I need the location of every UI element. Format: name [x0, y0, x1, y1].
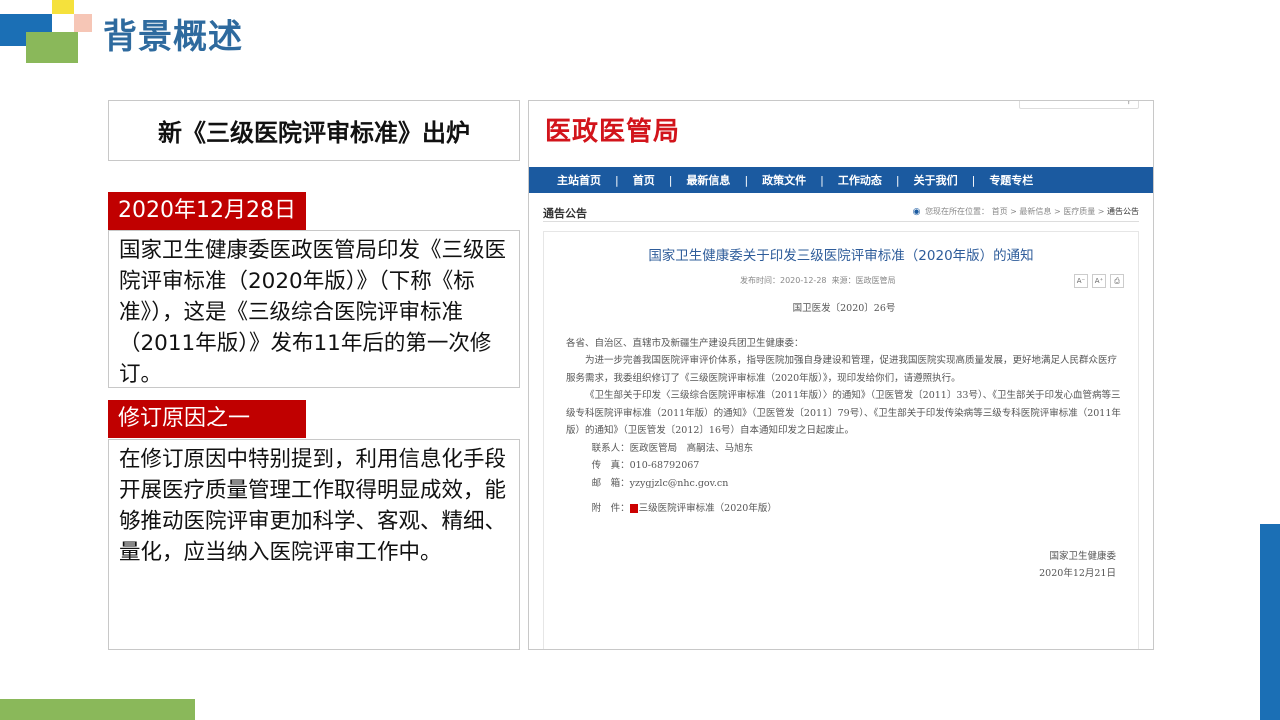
pdf-icon	[629, 504, 638, 513]
nav-item-policy[interactable]: 政策文件	[762, 172, 806, 188]
breadcrumb: ◉ 您现在所在位置： 首页 > 最新信息 > 医疗质量 > 通告公告	[913, 206, 1139, 217]
nav-item-about[interactable]: 关于我们	[914, 172, 958, 188]
headline-box: 新《三级医院评审标准》出炉	[108, 100, 520, 161]
breadcrumb-separator: >	[1097, 207, 1105, 216]
contact-person: 联系人：医政医管局 高嗣法、马旭东	[591, 442, 754, 454]
nav-separator: |	[971, 173, 976, 187]
article: 国家卫生健康委关于印发三级医院评审标准（2020年版）的通知 发布时间：2020…	[543, 231, 1139, 649]
article-title: 国家卫生健康委关于印发三级医院评审标准（2020年版）的通知	[648, 248, 1034, 264]
breadcrumb-separator: >	[1053, 207, 1061, 216]
font-larger-icon[interactable]: A⁺	[1092, 274, 1106, 288]
publish-date: 2020-12-28	[780, 276, 827, 285]
nav-item-home[interactable]: 首页	[633, 172, 655, 188]
section1-text: 国家卫生健康委医政医管局印发《三级医院评审标准（2020年版）》（下称《标准》）…	[119, 238, 507, 387]
site-logo[interactable]: 医政医管局	[545, 111, 680, 148]
breadcrumb-bar: 通告公告 ◉ 您现在所在位置： 首页 > 最新信息 > 医疗质量 > 通告公告	[543, 205, 1139, 222]
deco-pink-block	[74, 14, 92, 32]
paragraph: 为进一步完善我国医院评审评价体系，指导医院加强自身建设和管理，促进我国医院实现高…	[566, 355, 1118, 384]
document-number: 国卫医发〔2020〕26号	[792, 303, 896, 314]
breadcrumb-item[interactable]: 首页	[992, 207, 1008, 216]
deco-green-block	[26, 32, 78, 63]
signer: 国家卫生健康委	[1049, 550, 1116, 562]
nav-separator: |	[744, 173, 749, 187]
slide-title: 背景概述	[103, 17, 243, 57]
website-screenshot: ⚲ 医政医管局 主站首页 | 首页 | 最新信息 | 政策文件 | 工作动态 |…	[528, 100, 1154, 650]
source: 医政医管局	[855, 276, 896, 285]
search-icon[interactable]: ⚲	[1125, 101, 1132, 106]
section2-text-box: 在修订原因中特别提到，利用信息化手段开展医疗质量管理工作取得明显成效，能够推动医…	[108, 439, 520, 650]
fax-number: 传 真：010-68792067	[591, 460, 700, 471]
article-meta: 发布时间：2020-12-28 来源：医政医管局	[740, 275, 896, 286]
date-tag: 2020年12月28日	[108, 192, 306, 230]
nav-item-work[interactable]: 工作动态	[838, 172, 882, 188]
email-address: 邮 箱：yzygjzlc@nhc.gov.cn	[591, 477, 729, 489]
paragraph: 《卫生部关于印发〈三级综合医院评审标准（2011年版）〉的通知》（卫医管发〔20…	[566, 390, 1121, 436]
attachment-line: 附 件： 三级医院评审标准（2020年版）	[566, 500, 1122, 518]
nav-separator: |	[615, 173, 619, 187]
section-title: 通告公告	[543, 207, 587, 220]
salutation: 各省、自治区、直辖市及新疆生产建设兵团卫生健康委：	[566, 337, 804, 349]
article-body: 国卫医发〔2020〕26号 各省、自治区、直辖市及新疆生产建设兵团卫生健康委： …	[566, 300, 1122, 583]
section1-text-box: 国家卫生健康委医政医管局印发《三级医院评审标准（2020年版）》（下称《标准》）…	[108, 230, 520, 388]
nav-item-main-home[interactable]: 主站首页	[557, 172, 601, 188]
deco-right-blue-bar	[1260, 524, 1280, 720]
reason-tag: 修订原因之一	[108, 400, 306, 438]
font-smaller-icon[interactable]: A⁻	[1074, 274, 1088, 288]
print-icon[interactable]: ⎙	[1110, 274, 1124, 288]
source-label: 来源：	[831, 276, 856, 285]
nav-separator: |	[820, 173, 824, 187]
headline-text: 新《三级医院评审标准》出炉	[158, 118, 470, 147]
nav-item-latest[interactable]: 最新信息	[686, 172, 730, 188]
sign-date: 2020年12月21日	[1039, 568, 1116, 579]
location-pin-icon: ◉	[912, 207, 921, 217]
breadcrumb-separator: >	[1010, 207, 1017, 216]
breadcrumb-prefix: 您现在所在位置：	[925, 207, 990, 216]
nav-separator: |	[895, 173, 900, 187]
breadcrumb-item[interactable]: 最新信息	[1019, 207, 1051, 216]
search-input[interactable]: ⚲	[1019, 101, 1139, 109]
deco-bottom-green-bar	[0, 699, 195, 720]
article-tools: A⁻ A⁺ ⎙	[1074, 274, 1124, 288]
nav-separator: |	[668, 173, 673, 187]
section2-text: 在修订原因中特别提到，利用信息化手段开展医疗质量管理工作取得明显成效，能够推动医…	[119, 447, 507, 565]
attachment-label: 附 件：	[591, 503, 630, 514]
attachment-link[interactable]: 三级医院评审标准（2020年版）	[639, 503, 777, 514]
breadcrumb-item[interactable]: 医疗质量	[1063, 207, 1095, 216]
deco-yellow-block	[52, 0, 74, 14]
publish-label: 发布时间：	[740, 276, 780, 285]
nav-bar: 主站首页 | 首页 | 最新信息 | 政策文件 | 工作动态 | 关于我们 | …	[529, 167, 1153, 193]
breadcrumb-current[interactable]: 通告公告	[1107, 207, 1139, 216]
nav-item-special[interactable]: 专题专栏	[989, 172, 1033, 188]
